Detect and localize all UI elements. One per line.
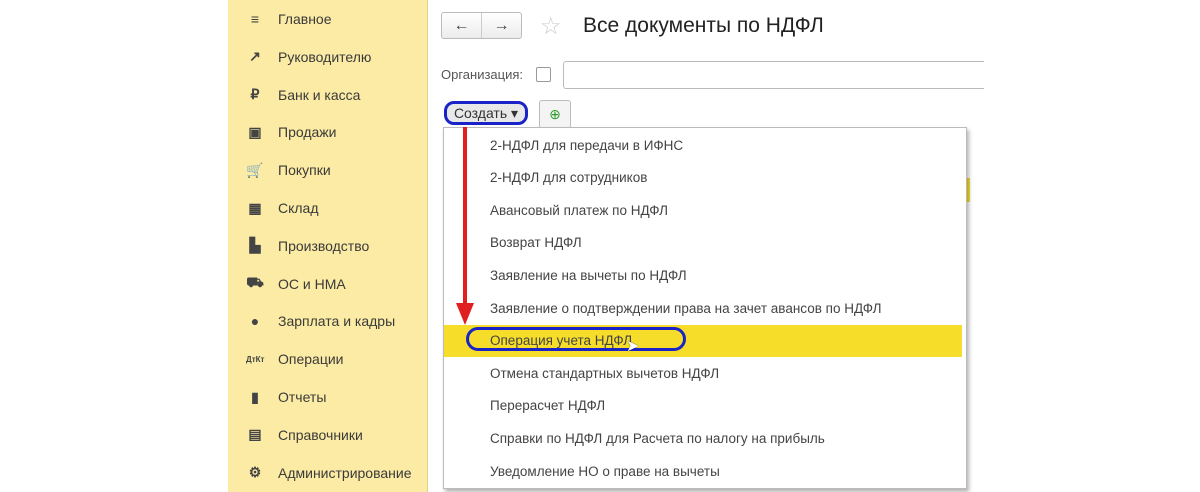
sidebar-item-label: Операции (278, 351, 344, 368)
sidebar-item[interactable]: ▙ Производство (228, 231, 427, 261)
sidebar-item-icon: ▤ (248, 426, 262, 443)
sidebar-item-label: Справочники (278, 426, 363, 443)
sidebar-item-icon: ₽ (250, 86, 260, 103)
sidebar-item-icon: ↗ (249, 48, 261, 65)
annotation-arrow (463, 127, 467, 307)
sidebar-item-icon: ≡ (250, 11, 260, 27)
create-dropdown-menu: 2-НДФЛ для передачи в ИФНС 2-НДФЛ для сот… (443, 127, 967, 489)
forward-button[interactable]: → (482, 13, 521, 38)
organization-input[interactable] (563, 61, 984, 89)
nav-buttons: ← → (441, 12, 522, 39)
menu-item[interactable]: Справки по НДФЛ для Расчета по налогу на… (444, 422, 962, 454)
sidebar-item-icon: 🛒 (246, 161, 264, 178)
favorite-star-icon[interactable]: ☆ (540, 12, 562, 41)
page-title: Все документы по НДФЛ (583, 14, 824, 37)
menu-item-label: Заявление о подтверждении права на зачет… (490, 300, 882, 316)
sidebar-item-label: Покупки (278, 162, 331, 179)
menu-item[interactable]: 2-НДФЛ для передачи в ИФНС (444, 129, 962, 161)
menu-item-label: Авансовый платеж по НДФЛ (490, 202, 668, 218)
sidebar-item-icon: ⚙ (248, 464, 262, 481)
menu-item[interactable]: 2-НДФЛ для сотрудников (444, 162, 962, 194)
menu-item[interactable]: Заявление о подтверждении права на зачет… (444, 292, 962, 324)
menu-item-label: 2-НДФЛ для сотрудников (490, 170, 648, 186)
create-button[interactable]: Создать ▾ (444, 101, 528, 125)
sidebar-item-label: Руководителю (278, 48, 372, 65)
menu-item-label: Возврат НДФЛ (490, 235, 582, 251)
sidebar-item[interactable]: ⚙ Администрирование (228, 458, 427, 488)
menu-item[interactable]: Перерасчет НДФЛ (444, 390, 962, 422)
sidebar-item-label: Отчеты (278, 389, 327, 405)
sidebar-item-icon: ⛟ (246, 274, 264, 291)
sidebar-item[interactable]: ↗ Руководителю (228, 42, 427, 72)
sidebar-item-icon: ДтКт (246, 354, 265, 364)
sidebar-item-label: Администрирование (278, 464, 412, 481)
sidebar-item-icon: ▣ (248, 123, 262, 140)
menu-item[interactable]: Уведомление НО о праве на вычеты (444, 455, 962, 487)
sidebar-item[interactable]: ▦ Склад (228, 193, 427, 223)
add-document-icon[interactable]: ⊕ (539, 100, 571, 129)
sidebar-item-icon: ▦ (248, 199, 262, 216)
mouse-cursor-icon: ➤ (626, 338, 640, 355)
menu-item[interactable]: Возврат НДФЛ (444, 227, 962, 259)
sidebar-item-icon: ▮ (251, 388, 259, 405)
sidebar-item-icon: ● (250, 313, 260, 330)
sidebar-item[interactable]: 🛒 Покупки (228, 155, 427, 185)
menu-item-label: Заявление на вычеты по НДФЛ (490, 267, 687, 283)
annotation-arrowhead (456, 303, 474, 325)
sidebar-item[interactable]: ▤ Справочники (228, 420, 427, 450)
menu-item-label: Отмена стандартных вычетов НДФЛ (490, 365, 720, 381)
menu-item[interactable]: Авансовый платеж по НДФЛ (444, 194, 962, 226)
sidebar-item[interactable]: ≡ Главное (228, 4, 427, 34)
organization-checkbox[interactable] (536, 67, 551, 82)
sidebar-item-label: Продажи (278, 124, 337, 141)
sidebar-item-label: ОС и НМА (278, 275, 346, 292)
sidebar-item-label: Производство (278, 237, 370, 254)
back-button[interactable]: ← (442, 13, 482, 38)
sidebar-item-label: Главное (278, 11, 332, 27)
menu-item-label: Перерасчет НДФЛ (490, 398, 606, 414)
sidebar-item[interactable]: ДтКт Операции (228, 344, 427, 374)
sidebar-item[interactable]: ▮ Отчеты (228, 382, 427, 412)
menu-item[interactable]: Отмена стандартных вычетов НДФЛ (444, 357, 962, 389)
sidebar-item-label: Банк и касса (278, 86, 361, 103)
sidebar-item-icon: ▙ (249, 237, 261, 254)
organization-label: Организация: (441, 67, 524, 82)
menu-item[interactable]: Заявление на вычеты по НДФЛ (444, 259, 962, 291)
menu-item-label: Уведомление НО о праве на вычеты (490, 463, 720, 479)
sidebar-item[interactable]: ₽ Банк и касса (228, 80, 427, 110)
sidebar-item[interactable]: ⛟ ОС и НМА (228, 269, 427, 299)
menu-item-label: 2-НДФЛ для передачи в ИФНС (490, 137, 684, 153)
annotation-oval (466, 327, 686, 351)
menu-item-label: Справки по НДФЛ для Расчета по налогу на… (490, 430, 825, 446)
sidebar: ≡ Главное ↗ Руководителю ₽ Банк и касса ▣ Прода… (228, 0, 428, 492)
sidebar-item[interactable]: ● Зарплата и кадры (228, 306, 427, 336)
sidebar-item-label: Зарплата и кадры (278, 313, 396, 330)
sidebar-item[interactable]: ▣ Продажи (228, 117, 427, 147)
sidebar-item-label: Склад (278, 200, 319, 216)
